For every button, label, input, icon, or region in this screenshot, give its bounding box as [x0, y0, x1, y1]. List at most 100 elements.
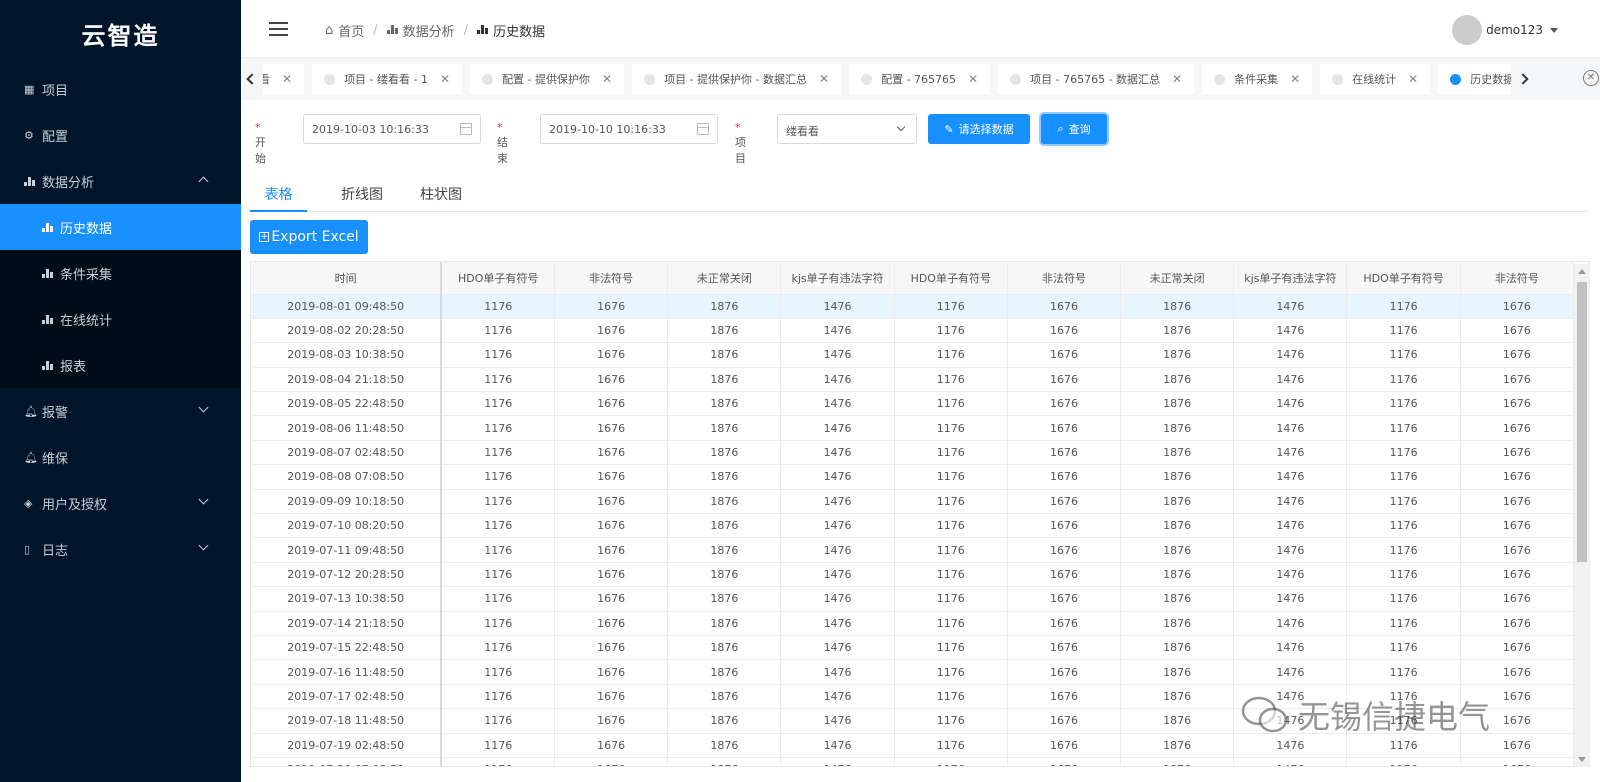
table-cell: 1476	[780, 294, 895, 319]
sidebar-item-data-analysis[interactable]: 数据分析	[0, 158, 241, 204]
column-header: kjs单子有违法字符	[780, 262, 895, 295]
table-cell: 1476	[780, 562, 895, 588]
menu-toggle-icon[interactable]	[269, 22, 288, 36]
tab-condition-collect[interactable]: 条件采集 ✕	[1202, 64, 1313, 94]
page-tabs-bar: 看 ✕ 项目 - 缕看看 - 1 ✕ 配置 - 提供保护你 ✕ 项目 - 提供保护你 …	[241, 58, 1600, 100]
close-icon[interactable]: ✕	[440, 72, 450, 86]
start-date-input[interactable]: 2019-10-03 10:16:33	[303, 114, 481, 144]
close-icon[interactable]: ✕	[602, 72, 612, 86]
cell-time: 2019-07-19 02:48:50	[251, 733, 443, 758]
tab-history-data[interactable]: 历史数据✕	[1438, 64, 1511, 94]
cell-time: 2019-07-16 11:48:50	[251, 659, 443, 685]
table-cell: 1876	[1120, 415, 1235, 441]
table-cell: 1676	[554, 684, 669, 710]
tab-partial[interactable]: 看 ✕	[263, 64, 305, 94]
close-icon[interactable]: ✕	[282, 72, 292, 86]
table-cell: 1876	[667, 611, 782, 636]
tab-online-stats[interactable]: 在线统计 ✕	[1320, 64, 1431, 94]
close-icon[interactable]: ✕	[1290, 72, 1300, 86]
sidebar-item-label: 历史数据	[60, 221, 113, 237]
sidebar-item-alarm[interactable]: 🔔︎ 报警	[0, 388, 241, 434]
caret-down-icon	[1550, 27, 1558, 33]
table-row[interactable]: 2019-07-20 07:08:50117616761876147611761…	[251, 757, 1575, 766]
table-row[interactable]: 2019-07-16 11:48:50 1176 1676 1876 1476 1176 1…	[251, 659, 1575, 685]
bar-chart-icon	[42, 268, 60, 278]
table-row[interactable]: 2019-08-01 09:48:50 1176 1676 1876 1476 1176 1…	[251, 294, 1575, 319]
table-row[interactable]: 2019-07-10 08:20:50 1176 1676 1876 1476 1176 1…	[251, 513, 1575, 539]
tab-bar-chart[interactable]: 柱状图	[416, 184, 466, 212]
cell-time: 2019-07-10 08:20:50	[251, 513, 443, 539]
table-row[interactable]: 2019-08-07 02:48:50 1176 1676 1876 1476 1176 1…	[251, 440, 1575, 466]
table-row[interactable]: 2019-08-02 20:28:50 1176 1676 1876 1476 1176 1…	[251, 318, 1575, 344]
table-scrollbar[interactable]	[1574, 264, 1590, 767]
table-row[interactable]: 2019-08-05 22:48:50 1176 1676 1876 1476 1176 1…	[251, 391, 1575, 417]
close-icon[interactable]: ✕	[1408, 72, 1418, 86]
sidebar-item-history-data[interactable]: 历史数据	[0, 204, 241, 250]
tab-line-chart[interactable]: 折线图	[332, 184, 392, 212]
tab-project-protect-summary[interactable]: 项目 - 提供保护你 - 数据汇总 ✕	[632, 64, 842, 94]
calendar-icon	[460, 123, 472, 135]
bar-chart-icon	[42, 360, 60, 370]
sidebar-item-project[interactable]: ▦ 项目	[0, 66, 241, 112]
bell-icon: 🔔︎	[24, 450, 38, 464]
sidebar-item-users-auth[interactable]: ◈ 用户及授权	[0, 480, 241, 526]
table-cell: 1676	[554, 757, 669, 766]
close-all-tabs-icon[interactable]: ✕	[1583, 70, 1599, 86]
sidebar-item-online-stats[interactable]: 在线统计	[0, 296, 241, 342]
scroll-down-icon[interactable]	[1578, 757, 1586, 762]
table-cell: 1676	[1007, 537, 1122, 563]
tab-project-1[interactable]: 项目 - 缕看看 - 1 ✕	[312, 64, 463, 94]
sidebar-item-report[interactable]: 报表	[0, 342, 241, 388]
table-row[interactable]: 2019-07-11 09:48:50 1176 1676 1876 1476 1176 1…	[251, 537, 1575, 563]
table-cell: 1676	[554, 294, 669, 319]
tab-table[interactable]: 表格	[250, 184, 307, 212]
cell-time: 2019-07-11 09:48:50	[251, 537, 443, 563]
project-select[interactable]: 缕看看	[777, 114, 917, 144]
close-icon[interactable]: ✕	[1172, 72, 1182, 86]
breadcrumb-data-analysis[interactable]: 数据分析	[386, 21, 455, 40]
breadcrumb: ⌂ 首页 / 数据分析 / 历史数据	[325, 21, 545, 40]
table-row[interactable]: 2019-08-04 21:18:50 1176 1676 1876 1476 1176 1…	[251, 367, 1575, 393]
table-row[interactable]: 2019-08-06 11:48:50 1176 1676 1876 1476 1176 1…	[251, 415, 1575, 441]
table-cell: 1676	[554, 513, 669, 539]
table-row[interactable]: 2019-07-12 20:28:50 1176 1676 1876 1476 1176 1…	[251, 562, 1575, 588]
table-cell: 1176	[894, 464, 1008, 490]
select-data-button[interactable]: ✎ 请选择数据	[928, 114, 1030, 144]
tab-project-765765-summary[interactable]: 项目 - 765765 - 数据汇总 ✕	[998, 64, 1195, 94]
sidebar-item-condition-collect[interactable]: 条件采集	[0, 250, 241, 296]
breadcrumb-home[interactable]: ⌂ 首页	[325, 21, 364, 40]
scrollbar-thumb[interactable]	[1577, 282, 1587, 562]
table-row[interactable]: 2019-07-15 22:48:50 1176 1676 1876 1476 1176 1…	[251, 635, 1575, 661]
scroll-up-icon[interactable]	[1578, 269, 1586, 274]
table-cell: 1476	[780, 440, 895, 466]
sidebar-item-maintenance[interactable]: 🔔︎ 维保	[0, 434, 241, 480]
sidebar-item-config[interactable]: ⚙ 配置	[0, 112, 241, 158]
table-cell: 1476	[1233, 294, 1348, 319]
close-icon[interactable]: ✕	[819, 72, 829, 86]
table-row[interactable]: 2019-09-09 10:18:50 1176 1676 1876 1476 1176 1…	[251, 489, 1575, 515]
column-header: 非法符号	[1460, 262, 1575, 295]
table-cell: 1176	[1346, 757, 1461, 766]
query-button[interactable]: ⌕ 查询	[1041, 114, 1107, 144]
table-row[interactable]: 2019-07-13 10:38:50 1176 1676 1876 1476 1176 1…	[251, 586, 1575, 612]
table-cell: 1176	[1346, 489, 1461, 515]
table-cell: 1676	[1460, 489, 1575, 515]
tab-config-765765[interactable]: 配置 - 765765 ✕	[849, 64, 991, 94]
close-icon[interactable]: ✕	[968, 72, 978, 86]
table-cell: 1176	[1346, 464, 1461, 490]
table-row[interactable]: 2019-08-03 10:38:50 1176 1676 1876 1476 1176 1…	[251, 342, 1575, 368]
table-cell: 1876	[1120, 391, 1235, 417]
tabs-scroll-left[interactable]	[241, 66, 263, 92]
chevron-down-icon	[198, 494, 209, 505]
end-date-input[interactable]: 2019-10-10 10:16:33	[540, 114, 718, 144]
sidebar-item-log[interactable]: ▯ 日志	[0, 526, 241, 572]
table-row[interactable]: 2019-08-08 07:08:50 1176 1676 1876 1476 1176 1…	[251, 464, 1575, 490]
user-menu[interactable]: demo123	[1452, 15, 1558, 45]
tab-config-protect[interactable]: 配置 - 提供保护你 ✕	[470, 64, 625, 94]
tab-dot	[1450, 73, 1462, 85]
table-row[interactable]: 2019-07-14 21:18:50 1176 1676 1876 1476 1176 1…	[251, 611, 1575, 636]
tabs-scroll-right[interactable]	[1512, 66, 1534, 92]
table-cell: 1676	[1007, 367, 1122, 393]
watermark-text: 无锡信捷电气	[1298, 698, 1491, 736]
export-excel-button[interactable]: + Export Excel	[250, 220, 368, 254]
